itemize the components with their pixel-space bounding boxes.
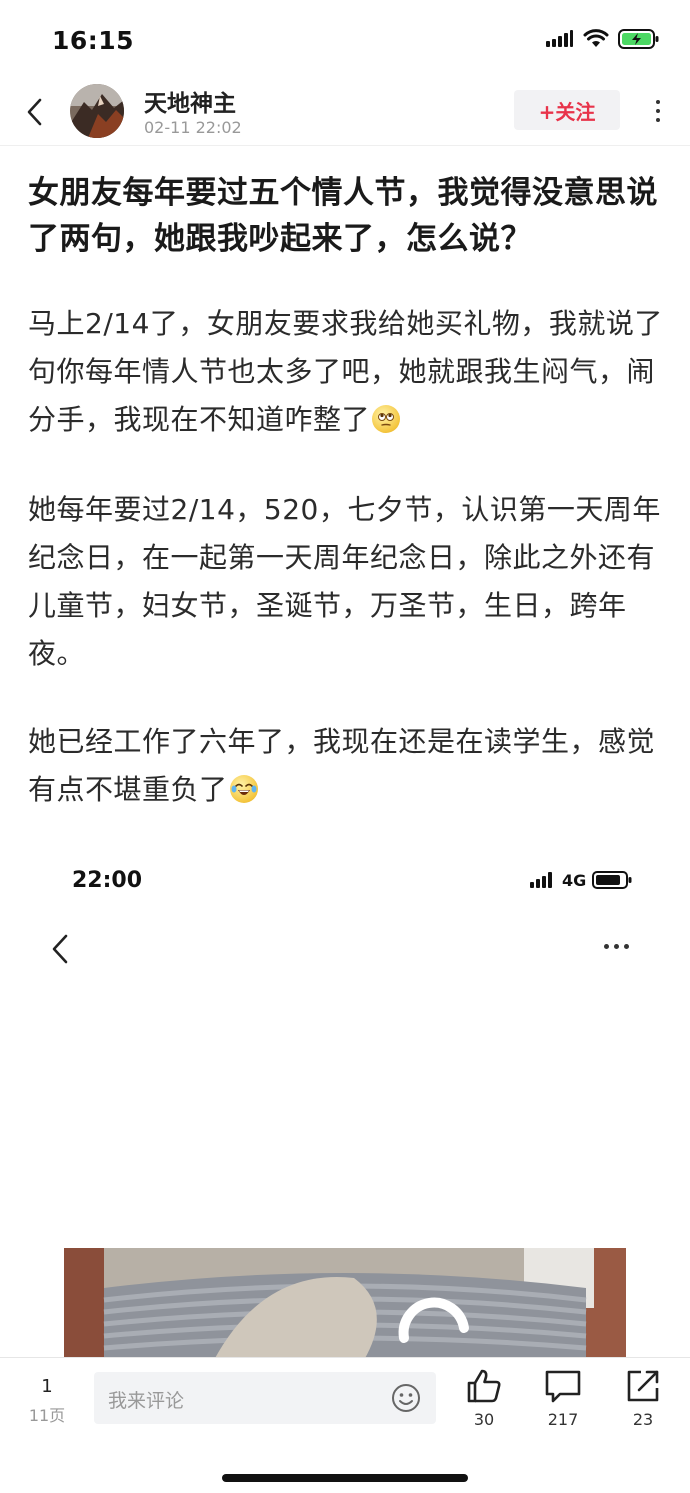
post-paragraph: 她已经工作了六年了，我现在还是在读学生，感觉有点不堪重负了 bbox=[28, 718, 668, 814]
comment-count: 217 bbox=[547, 1410, 579, 1429]
embedded-status-time: 22:00 bbox=[72, 868, 143, 893]
bottom-action-bar: 1 11页 我来评论 30 217 23 bbox=[0, 1357, 690, 1493]
embedded-back-icon bbox=[48, 932, 74, 966]
follow-button[interactable]: +关注 bbox=[514, 90, 620, 130]
comment-placeholder: 我来评论 bbox=[108, 1390, 185, 1412]
back-button[interactable] bbox=[18, 92, 50, 132]
author-name[interactable]: 天地神主 bbox=[144, 84, 236, 118]
wifi-icon bbox=[583, 29, 609, 47]
mountain-avatar-image bbox=[70, 84, 124, 138]
cake-photo-image bbox=[64, 1248, 626, 1360]
embedded-status-icons: 4G bbox=[530, 870, 634, 890]
embedded-photo bbox=[64, 1248, 626, 1360]
paragraph-text: 她已经工作了六年了，我现在还是在读学生，感觉有点不堪重负了 bbox=[28, 725, 656, 806]
post-paragraph: 马上2/14了，女朋友要求我给她买礼物，我就说了句你每年情人节也太多了吧，她就跟… bbox=[28, 300, 668, 444]
eye-roll-emoji-icon bbox=[372, 405, 401, 433]
share-count: 23 bbox=[632, 1410, 654, 1429]
embedded-battery-icon bbox=[592, 871, 632, 889]
paragraph-text: 马上2/14了，女朋友要求我给她买礼物，我就说了句你每年情人节也太多了吧，她就跟… bbox=[28, 307, 663, 436]
embedded-cellular-signal-icon bbox=[530, 872, 552, 888]
home-indicator[interactable] bbox=[222, 1474, 468, 1482]
post-title: 女朋友每年要过五个情人节，我觉得没意思说了两句，她跟我吵起来了，怎么说？ bbox=[28, 175, 658, 257]
embedded-screenshot[interactable]: 22:00 4G bbox=[0, 850, 690, 1360]
battery-charging-icon bbox=[618, 29, 659, 49]
share-button[interactable]: 23 bbox=[613, 1368, 673, 1438]
post-paragraph: 她每年要过2/14，520，七夕节，认识第一天周年纪念日，在一起第一天周年纪念日… bbox=[28, 493, 661, 670]
page-current[interactable]: 1 bbox=[28, 1376, 66, 1397]
embedded-more-icon bbox=[604, 944, 629, 949]
emoji-picker-icon[interactable] bbox=[390, 1382, 422, 1414]
cellular-signal-icon bbox=[546, 30, 573, 47]
chevron-left-icon bbox=[27, 98, 42, 126]
like-count: 30 bbox=[473, 1410, 495, 1429]
more-options-button[interactable] bbox=[648, 94, 668, 128]
laughing-crying-emoji-icon bbox=[229, 775, 258, 803]
avatar[interactable] bbox=[70, 84, 124, 138]
thumbs-up-icon bbox=[467, 1369, 501, 1403]
more-dot bbox=[614, 944, 619, 949]
post-header: 天地神主 02-11 22:02 +关注 bbox=[0, 80, 690, 146]
post-timestamp: 02-11 22:02 bbox=[144, 118, 242, 137]
share-icon bbox=[627, 1370, 659, 1402]
embedded-network-type: 4G bbox=[562, 870, 587, 890]
more-dot bbox=[656, 100, 660, 104]
page-total[interactable]: 11页 bbox=[24, 1402, 70, 1426]
more-dot bbox=[604, 944, 609, 949]
like-button[interactable]: 30 bbox=[454, 1368, 514, 1438]
status-time: 16:15 bbox=[52, 26, 135, 55]
more-dot bbox=[656, 109, 660, 113]
more-dot bbox=[624, 944, 629, 949]
status-icons bbox=[546, 28, 660, 50]
comment-button[interactable]: 217 bbox=[533, 1368, 593, 1438]
comment-input[interactable]: 我来评论 bbox=[94, 1372, 436, 1424]
more-dot bbox=[656, 118, 660, 122]
comment-bubble-icon bbox=[545, 1370, 581, 1403]
status-bar: 16:15 bbox=[0, 0, 690, 80]
